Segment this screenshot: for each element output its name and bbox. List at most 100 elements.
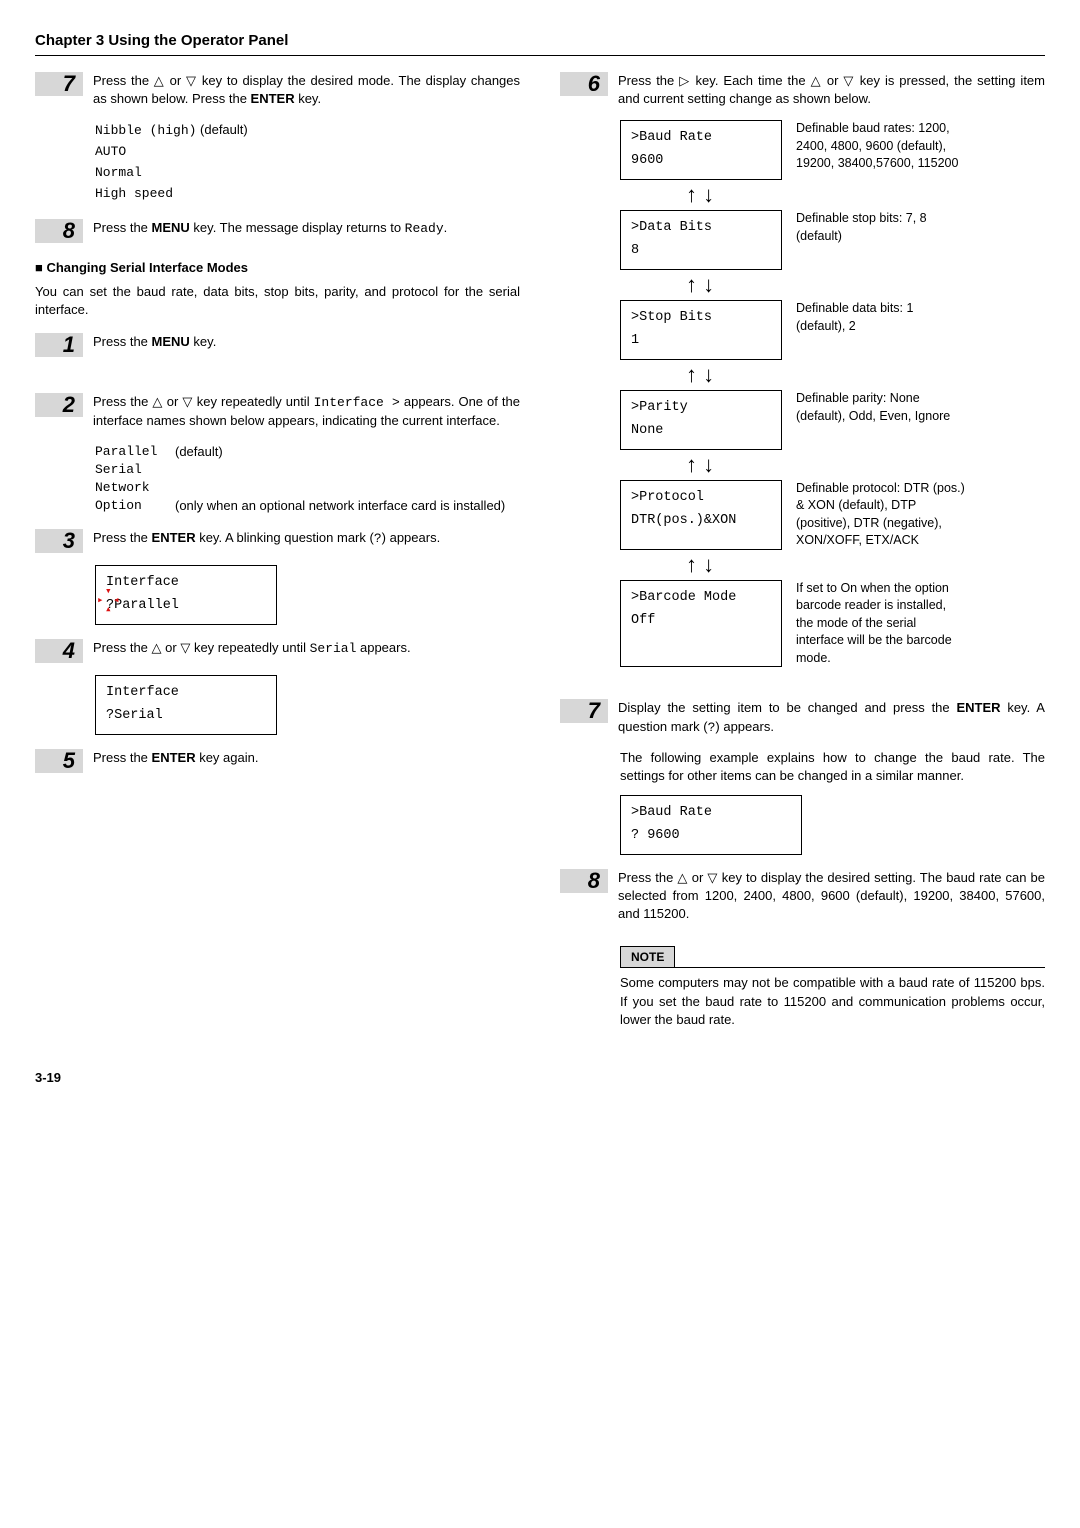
setting-box: >Barcode Mode Off [620,580,782,668]
text: Press the [618,870,677,885]
serial-step-2: 2 Press the △ or ▽ key repeatedly until … [35,393,520,430]
left-step-7: 7 Press the △ or ▽ key to display the de… [35,72,520,108]
step-body: Press the △ or ▽ key repeatedly until In… [83,393,520,430]
down-key-icon: ▽ [186,73,197,88]
interface-list: Parallel (default) Serial Network Option… [95,443,520,516]
iface-network: Network [95,479,175,497]
section-heading-serial: Changing Serial Interface Modes [35,259,520,277]
sb-line1: >Data Bits [631,217,771,240]
up-key-icon: △ [154,73,165,88]
step-number-3: 3 [35,529,83,553]
serial-step-3: 3 Press the ENTER key. A blinking questi… [35,529,520,553]
step-body: Press the MENU key. [83,333,520,357]
step-number-8: 8 [35,219,83,243]
ready-text: Ready [405,221,444,236]
mode-auto: AUTO [95,144,126,159]
sb-line1: >Stop Bits [631,307,771,330]
disp-line2: ? 9600 [631,825,791,848]
setting-stopbits: >Stop Bits 1 Definable data bits: 1 (def… [620,300,1045,360]
iface-parallel: Parallel [95,443,175,461]
setting-protocol: >Protocol DTR(pos.)&XON Definable protoc… [620,480,1045,550]
mode-highspeed: High speed [95,186,173,201]
page-number: 3-19 [35,1069,1045,1087]
iface-option: Option [95,497,175,515]
disp-line2: ?Parallel [106,595,266,618]
step-body: Press the MENU key. The message display … [83,219,520,243]
right-step-8: 8 Press the △ or ▽ key to display the de… [560,869,1045,924]
left-column: 7 Press the △ or ▽ key to display the de… [35,72,520,1029]
up-key-icon: △ [152,640,162,655]
left-step-8: 8 Press the MENU key. The message displa… [35,219,520,243]
right-key-icon: ▷ [679,73,690,88]
disp-line1: Interface [106,572,266,595]
sb-line1: >Parity [631,397,771,420]
down-key-icon: ▽ [707,870,717,885]
down-key-icon: ▽ [180,640,190,655]
sb-line2: 9600 [631,150,771,173]
step-body: Press the ENTER key again. [83,749,520,773]
text: or [688,870,708,885]
serial-step-4: 4 Press the △ or ▽ key repeatedly until … [35,639,520,663]
step-body: Press the △ or ▽ key to display the desi… [608,869,1045,924]
flow-arrows-icon: ↑ ↓ [620,554,780,576]
setting-desc: Definable baud rates: 1200, 2400, 4800, … [796,120,966,180]
flow-arrows-icon: ↑ ↓ [620,274,780,296]
text: ) appears. [715,719,774,734]
text: key again. [196,750,259,765]
right-column: 6 Press the ▷ key. Each time the △ or ▽ … [560,72,1045,1029]
blink-cursor-icon: ▾ ▸ ◂ ▴ [102,590,120,608]
text: Press the [93,394,152,409]
setting-desc: Definable stop bits: 7, 8 (default) [796,210,966,270]
mode-nibble: Nibble (high) [95,123,196,138]
text: Press the [93,220,152,235]
disp-line1: Interface [106,682,266,705]
right-step-6: 6 Press the ▷ key. Each time the △ or ▽ … [560,72,1045,108]
sb-line2: 1 [631,330,771,353]
sb-line1: >Barcode Mode [631,587,771,610]
up-key-icon: △ [152,394,162,409]
content-columns: 7 Press the △ or ▽ key to display the de… [35,72,1045,1029]
setting-desc: Definable data bits: 1 (default), 2 [796,300,966,360]
setting-baud: >Baud Rate 9600 Definable baud rates: 12… [620,120,1045,180]
sb-line2: DTR(pos.)&XON [631,510,771,533]
qmark: ? [374,531,382,546]
up-key-icon: △ [811,73,822,88]
menu-key: MENU [152,334,190,349]
down-key-icon: ▽ [182,394,192,409]
iface-serial: Serial [95,461,175,479]
text: Press the [93,334,152,349]
sb-line2: 8 [631,240,771,263]
text: or [162,640,181,655]
text: . [444,220,448,235]
option-note: (only when an optional network interface… [175,497,520,515]
menu-key: MENU [152,220,190,235]
step-number-4: 4 [35,639,83,663]
default-label: (default) [196,122,247,137]
text: appears. [356,640,410,655]
text: Press the [93,640,152,655]
serial-step-5: 5 Press the ENTER key again. [35,749,520,773]
text: Press the [618,73,679,88]
chapter-title: Chapter 3 Using the Operator Panel [35,30,1045,56]
text: ) appears. [382,530,441,545]
text: key. Each time the [691,73,811,88]
setting-desc: Definable parity: None (default), Odd, E… [796,390,966,450]
setting-databits: >Data Bits 8 Definable stop bits: 7, 8 (… [620,210,1045,270]
text: Press the [93,73,154,88]
default-label: (default) [175,443,520,461]
text: Press the [93,530,152,545]
setting-barcode: >Barcode Mode Off If set to On when the … [620,580,1045,668]
step-number-5: 5 [35,749,83,773]
enter-key: ENTER [956,700,1000,715]
mode-normal: Normal [95,165,142,180]
step-body: Display the setting item to be changed a… [608,699,1045,736]
note-body: Some computers may not be compatible wit… [620,967,1045,1029]
up-key-icon: △ [677,870,687,885]
interface-text: Interface > [314,395,400,410]
enter-key: ENTER [152,530,196,545]
settings-flow: >Baud Rate 9600 Definable baud rates: 12… [620,120,1045,667]
setting-box: >Baud Rate 9600 [620,120,782,180]
text: key. A blinking question mark ( [196,530,374,545]
step-number-2: 2 [35,393,83,417]
text: or [165,73,186,88]
